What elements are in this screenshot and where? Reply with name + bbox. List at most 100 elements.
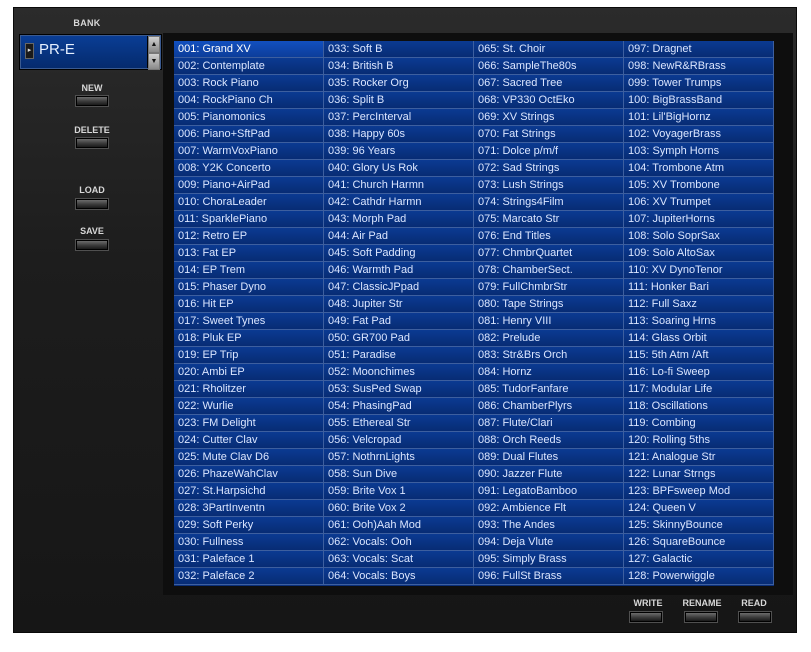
patch-item[interactable]: 014: EP Trem [174, 262, 324, 279]
patch-item[interactable]: 127: Galactic [624, 551, 774, 568]
patch-item[interactable]: 114: Glass Orbit [624, 330, 774, 347]
patch-item[interactable]: 053: SusPed Swap [324, 381, 474, 398]
patch-item[interactable]: 074: Strings4Film [474, 194, 624, 211]
patch-item[interactable]: 050: GR700 Pad [324, 330, 474, 347]
patch-item[interactable]: 080: Tape Strings [474, 296, 624, 313]
patch-item[interactable]: 069: XV Strings [474, 109, 624, 126]
bank-spinner[interactable]: ▲ ▼ [147, 36, 160, 70]
patch-item[interactable]: 088: Orch Reeds [474, 432, 624, 449]
patch-item[interactable]: 019: EP Trip [174, 347, 324, 364]
patch-item[interactable]: 004: RockPiano Ch [174, 92, 324, 109]
delete-button[interactable] [76, 138, 108, 148]
patch-item[interactable]: 110: XV DynoTenor [624, 262, 774, 279]
patch-item[interactable]: 056: Velcropad [324, 432, 474, 449]
patch-item[interactable]: 059: Brite Vox 1 [324, 483, 474, 500]
patch-item[interactable]: 089: Dual Flutes [474, 449, 624, 466]
patch-item[interactable]: 018: Pluk EP [174, 330, 324, 347]
patch-item[interactable]: 123: BPFsweep Mod [624, 483, 774, 500]
patch-item[interactable]: 083: Str&Brs Orch [474, 347, 624, 364]
patch-item[interactable]: 101: Lil'BigHornz [624, 109, 774, 126]
patch-item[interactable]: 076: End Titles [474, 228, 624, 245]
patch-item[interactable]: 045: Soft Padding [324, 245, 474, 262]
patch-item[interactable]: 093: The Andes [474, 517, 624, 534]
patch-item[interactable]: 009: Piano+AirPad [174, 177, 324, 194]
patch-item[interactable]: 062: Vocals: Ooh [324, 534, 474, 551]
patch-item[interactable]: 111: Honker Bari [624, 279, 774, 296]
patch-item[interactable]: 007: WarmVoxPiano [174, 143, 324, 160]
patch-item[interactable]: 016: Hit EP [174, 296, 324, 313]
patch-item[interactable]: 113: Soaring Hrns [624, 313, 774, 330]
patch-item[interactable]: 106: XV Trumpet [624, 194, 774, 211]
patch-item[interactable]: 033: Soft B [324, 41, 474, 58]
patch-item[interactable]: 036: Split B [324, 92, 474, 109]
bank-up-icon[interactable]: ▲ [148, 36, 160, 53]
patch-item[interactable]: 048: Jupiter Str [324, 296, 474, 313]
patch-item[interactable]: 117: Modular Life [624, 381, 774, 398]
patch-item[interactable]: 058: Sun Dive [324, 466, 474, 483]
patch-item[interactable]: 002: Contemplate [174, 58, 324, 75]
patch-item[interactable]: 008: Y2K Concerto [174, 160, 324, 177]
patch-item[interactable]: 096: FullSt Brass [474, 568, 624, 585]
patch-item[interactable]: 108: Solo SoprSax [624, 228, 774, 245]
patch-item[interactable]: 011: SparklePiano [174, 211, 324, 228]
patch-item[interactable]: 087: Flute/Clari [474, 415, 624, 432]
patch-item[interactable]: 102: VoyagerBrass [624, 126, 774, 143]
patch-item[interactable]: 100: BigBrassBand [624, 92, 774, 109]
patch-item[interactable]: 072: Sad Strings [474, 160, 624, 177]
patch-item[interactable]: 005: Pianomonics [174, 109, 324, 126]
patch-item[interactable]: 119: Combing [624, 415, 774, 432]
patch-item[interactable]: 121: Analogue Str [624, 449, 774, 466]
patch-item[interactable]: 015: Phaser Dyno [174, 279, 324, 296]
patch-item[interactable]: 066: SampleThe80s [474, 58, 624, 75]
new-button[interactable] [76, 96, 108, 106]
patch-item[interactable]: 034: British B [324, 58, 474, 75]
patch-item[interactable]: 118: Oscillations [624, 398, 774, 415]
patch-item[interactable]: 109: Solo AltoSax [624, 245, 774, 262]
patch-item[interactable]: 124: Queen V [624, 500, 774, 517]
patch-item[interactable]: 024: Cutter Clav [174, 432, 324, 449]
patch-item[interactable]: 107: JupiterHorns [624, 211, 774, 228]
patch-item[interactable]: 098: NewR&RBrass [624, 58, 774, 75]
patch-item[interactable]: 010: ChoraLeader [174, 194, 324, 211]
patch-item[interactable]: 079: FullChmbrStr [474, 279, 624, 296]
read-button[interactable] [739, 612, 771, 622]
patch-item[interactable]: 057: NothrnLights [324, 449, 474, 466]
patch-item[interactable]: 037: PercInterval [324, 109, 474, 126]
patch-item[interactable]: 068: VP330 OctEko [474, 92, 624, 109]
patch-item[interactable]: 075: Marcato Str [474, 211, 624, 228]
save-button[interactable] [76, 240, 108, 250]
patch-item[interactable]: 086: ChamberPlyrs [474, 398, 624, 415]
write-button[interactable] [630, 612, 662, 622]
patch-item[interactable]: 052: Moonchimes [324, 364, 474, 381]
bank-selector[interactable]: ▸ PR-E ▲ ▼ [19, 34, 162, 70]
patch-item[interactable]: 103: Symph Horns [624, 143, 774, 160]
patch-item[interactable]: 025: Mute Clav D6 [174, 449, 324, 466]
patch-item[interactable]: 054: PhasingPad [324, 398, 474, 415]
patch-item[interactable]: 022: Wurlie [174, 398, 324, 415]
patch-item[interactable]: 020: Ambi EP [174, 364, 324, 381]
patch-item[interactable]: 081: Henry VIII [474, 313, 624, 330]
patch-item[interactable]: 067: Sacred Tree [474, 75, 624, 92]
bank-arrow-icon[interactable]: ▸ [25, 43, 34, 59]
patch-item[interactable]: 044: Air Pad [324, 228, 474, 245]
patch-item[interactable]: 029: Soft Perky [174, 517, 324, 534]
patch-item[interactable]: 125: SkinnyBounce [624, 517, 774, 534]
rename-button[interactable] [685, 612, 717, 622]
patch-item[interactable]: 073: Lush Strings [474, 177, 624, 194]
patch-item[interactable]: 070: Fat Strings [474, 126, 624, 143]
patch-item[interactable]: 028: 3PartInventn [174, 500, 324, 517]
patch-item[interactable]: 116: Lo-fi Sweep [624, 364, 774, 381]
patch-item[interactable]: 012: Retro EP [174, 228, 324, 245]
patch-item[interactable]: 006: Piano+SftPad [174, 126, 324, 143]
bank-down-icon[interactable]: ▼ [148, 53, 160, 70]
patch-item[interactable]: 041: Church Harmn [324, 177, 474, 194]
patch-item[interactable]: 105: XV Trombone [624, 177, 774, 194]
patch-item[interactable]: 055: Ethereal Str [324, 415, 474, 432]
patch-item[interactable]: 031: Paleface 1 [174, 551, 324, 568]
patch-item[interactable]: 051: Paradise [324, 347, 474, 364]
patch-item[interactable]: 115: 5th Atm /Aft [624, 347, 774, 364]
patch-item[interactable]: 084: Hornz [474, 364, 624, 381]
patch-item[interactable]: 047: ClassicJPpad [324, 279, 474, 296]
patch-item[interactable]: 097: Dragnet [624, 41, 774, 58]
patch-item[interactable]: 082: Prelude [474, 330, 624, 347]
